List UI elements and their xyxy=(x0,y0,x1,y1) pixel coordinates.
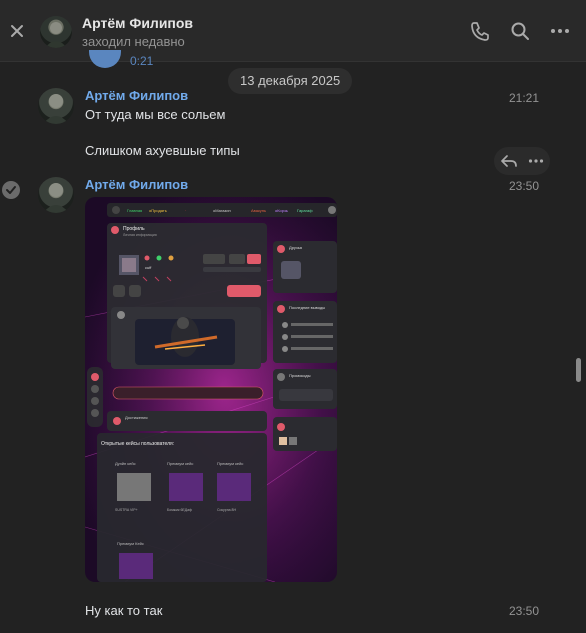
message-time: 21:21 xyxy=(509,91,540,105)
case-name: Премиум кейс xyxy=(167,461,193,466)
nav-item: оПродать xyxy=(149,208,167,213)
search-icon[interactable] xyxy=(509,20,531,42)
voice-message-stub[interactable] xyxy=(89,50,121,68)
avatar[interactable] xyxy=(38,177,74,213)
profile-title: Профиль xyxy=(123,226,145,232)
message-actions xyxy=(494,147,550,175)
chat-status: заходил недавно xyxy=(82,34,185,49)
sender-name[interactable]: Артём Филипов xyxy=(85,177,188,192)
case-name: Премиум Кейс xyxy=(117,541,144,546)
svg-text:оМагазин: оМагазин xyxy=(213,208,231,213)
sender-name[interactable]: Артём Филипов xyxy=(85,88,188,103)
chat-title[interactable]: Артём Филипов xyxy=(82,15,193,31)
more-icon[interactable] xyxy=(549,20,571,42)
reply-icon[interactable] xyxy=(500,152,518,170)
voice-duration: 0:21 xyxy=(130,54,154,68)
message-text: Ну как то так xyxy=(85,603,163,618)
close-icon[interactable] xyxy=(6,20,28,42)
svg-text:Гарагаф: Гарагаф xyxy=(297,208,313,213)
message-text: От туда мы все сольем xyxy=(85,107,226,122)
profile-subtitle: Личная информация xyxy=(123,233,157,237)
svg-text:оКорзь: оКорзь xyxy=(275,208,288,213)
check-icon[interactable] xyxy=(2,181,20,199)
svg-text:Aвакунь: Aвакунь xyxy=(251,208,266,213)
avatar[interactable] xyxy=(40,16,72,48)
phone-icon[interactable] xyxy=(469,20,491,42)
avatar[interactable] xyxy=(38,88,74,124)
nav-item: Главная xyxy=(127,208,142,213)
case-name: Дуэйн кейс xyxy=(115,461,136,466)
username: сuff xyxy=(145,265,152,270)
cases-title: Открытые кейсы пользователя: xyxy=(101,440,174,447)
svg-text:·: · xyxy=(185,208,186,213)
message-time: 23:50 xyxy=(509,179,540,193)
message-time: 23:50 xyxy=(509,604,540,618)
date-separator: 13 декабря 2025 xyxy=(228,68,353,94)
attachment-content: Главная оПродать · оМагазин Aвакунь оКор… xyxy=(85,197,337,582)
chat-header: Артём Филипов заходил недавно xyxy=(0,0,586,62)
svg-text:Сокурна 8Н: Сокурна 8Н xyxy=(217,508,237,512)
svg-text:SUSTRA VIP+: SUSTRA VIP+ xyxy=(115,508,138,512)
image-attachment[interactable]: Главная оПродать · оМагазин Aвакунь оКор… xyxy=(85,197,337,582)
svg-text:Достижения: Достижения xyxy=(125,415,148,420)
recent-title: Последние выводы xyxy=(289,305,325,310)
scrollbar[interactable] xyxy=(576,358,581,382)
svg-text:Бомжик 6ЕДаф: Бомжик 6ЕДаф xyxy=(167,508,192,512)
promo-title: Промокоды xyxy=(289,373,311,378)
friends-title: Друзья xyxy=(289,245,302,250)
more-icon[interactable] xyxy=(527,152,545,170)
message-text: Слишком ахуевшые типы xyxy=(85,143,240,158)
case-name: Премиум кейс xyxy=(217,461,243,466)
